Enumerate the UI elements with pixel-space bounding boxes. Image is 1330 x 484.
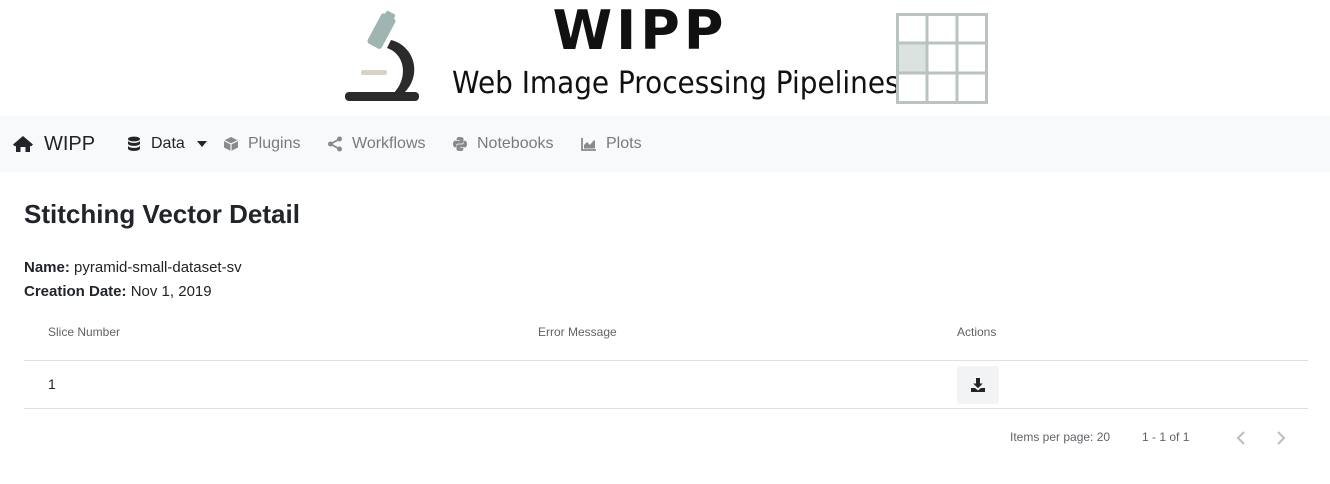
nav-item-workflows-label: Workflows — [352, 135, 426, 152]
python-icon — [453, 137, 467, 151]
nav-item-data-label: Data — [151, 135, 185, 152]
nav-item-plugins[interactable]: Plugins — [223, 116, 300, 172]
database-icon — [128, 136, 140, 151]
creation-date-value: Nov 1, 2019 — [130, 283, 212, 300]
page-title: Stitching Vector Detail — [24, 199, 300, 229]
items-per-page-select[interactable]: 20 — [1097, 430, 1110, 444]
chevron-left-icon — [1236, 431, 1245, 445]
nav-item-data[interactable]: Data — [126, 116, 207, 172]
row-divider — [24, 408, 1308, 409]
next-page-button[interactable] — [1269, 426, 1293, 450]
header-divider — [24, 360, 1308, 361]
download-icon — [971, 378, 985, 392]
microscope-logo-icon — [345, 10, 419, 101]
nav-brand-home[interactable]: WIPP — [12, 116, 95, 172]
home-icon — [13, 136, 33, 152]
chevron-down-icon — [196, 141, 207, 147]
area-chart-icon — [581, 138, 596, 151]
name-line: Name: pyramid-small-dataset-sv — [24, 258, 242, 278]
share-icon — [328, 136, 342, 152]
column-header-error-message[interactable]: Error Message — [538, 312, 617, 360]
column-header-slice-number[interactable]: Slice Number — [48, 312, 120, 360]
name-value: pyramid-small-dataset-sv — [74, 259, 242, 276]
header-banner: WIPP Web Image Processing Pipelines — [0, 0, 1330, 116]
previous-page-button[interactable] — [1229, 426, 1253, 450]
nav-item-plugins-label: Plugins — [248, 135, 301, 152]
paginator-range: 1 - 1 of 1 — [1142, 430, 1190, 444]
banner-subtitle: Web Image Processing Pipelines — [452, 66, 900, 101]
navbar: WIPP Data Plugins Workflows Notebooks Pl… — [0, 116, 1330, 172]
creation-date-label: Creation Date: — [24, 283, 127, 300]
nav-brand-label: WIPP — [44, 132, 96, 155]
creation-date-line: Creation Date: Nov 1, 2019 — [24, 282, 212, 302]
nav-item-plots[interactable]: Plots — [581, 116, 642, 172]
table-cell-slice-number: 1 — [48, 376, 56, 392]
nav-item-plots-label: Plots — [606, 135, 642, 152]
download-button[interactable] — [957, 366, 999, 404]
grid-logo-icon — [896, 13, 988, 104]
items-per-page-label: Items per page: — [1010, 430, 1094, 444]
name-label: Name: — [24, 259, 70, 276]
items-per-page: Items per page: 20 — [1010, 426, 1110, 450]
column-header-actions: Actions — [957, 325, 997, 339]
chevron-right-icon — [1277, 431, 1286, 445]
nav-item-workflows[interactable]: Workflows — [327, 116, 426, 172]
banner-title: WIPP — [552, 0, 728, 62]
nav-item-notebooks-label: Notebooks — [477, 135, 554, 152]
nav-item-notebooks[interactable]: Notebooks — [452, 116, 554, 172]
cube-icon — [223, 137, 239, 151]
